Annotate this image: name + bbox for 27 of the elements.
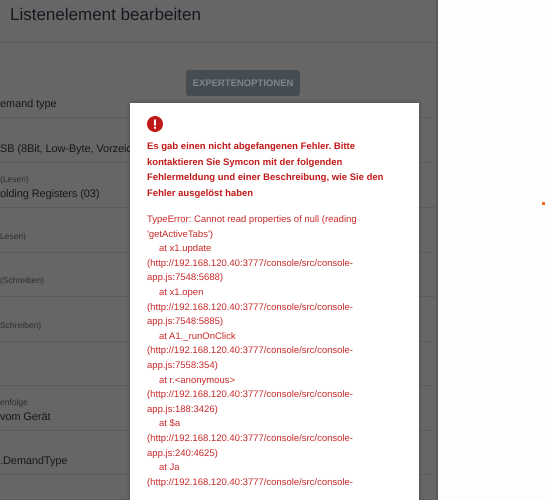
field-label: (Lesen) [0,174,29,184]
stack-frame: at x1.open [147,286,403,301]
expert-options-button[interactable]: EXPERTENOPTIONEN [186,70,300,96]
dialog-title: Listenelement bearbeiten [0,0,436,44]
field-label: enfolge [0,396,28,407]
field-value: .DemandType [0,455,68,468]
stack-frame: at A1._runOnClick [147,330,403,344]
stack-frame: at r.<anonymous> [147,374,403,388]
field-value: vom Gerät [0,410,50,423]
stack-location: (http://192.168.120.40:3777/console/src/console- [147,476,354,490]
field-value: emand type [0,98,56,110]
field-label: Lesen) [0,230,26,241]
stack-frame: at x1.update [147,242,403,257]
stack-location: (http://192.168.120.40:3777/console/src/console-app.js:188:3426) [147,388,354,417]
field-value: SB (8Bit, Low-Byte, Vorzeic [0,142,132,155]
stack-frame: at Ja [147,461,403,476]
error-text: TypeError: Cannot read properties of null (reading 'getActiveTabs') [147,213,358,242]
stack-location: (http://192.168.120.40:3777/console/src/console-app.js:7548:5688) [147,256,354,286]
stack-location: (http://192.168.120.40:3777/console/src/console-app.js:240:4625) [147,432,354,460]
stack-location: (http://192.168.120.40:3777/console/src/console-app.js:7548:5885) [147,300,354,330]
error-message: Es gab einen nicht abgefangenen Fehler. Bitte kontaktieren Sie Symcon mit der folgenden Fehlermeldung und einer Beschreibung, wie Sie den Fehler ausgelöst haben [147,140,384,200]
field-label: (Schreiben) [0,275,44,286]
error-icon [147,116,163,132]
stack-location: (http://192.168.120.40:3777/console/src/console-app.js:7558:354) [147,344,354,373]
field-label: Schreiben) [0,320,42,330]
stack-frame: at $a [147,417,403,432]
field-value: olding Registers (03) [0,188,100,200]
